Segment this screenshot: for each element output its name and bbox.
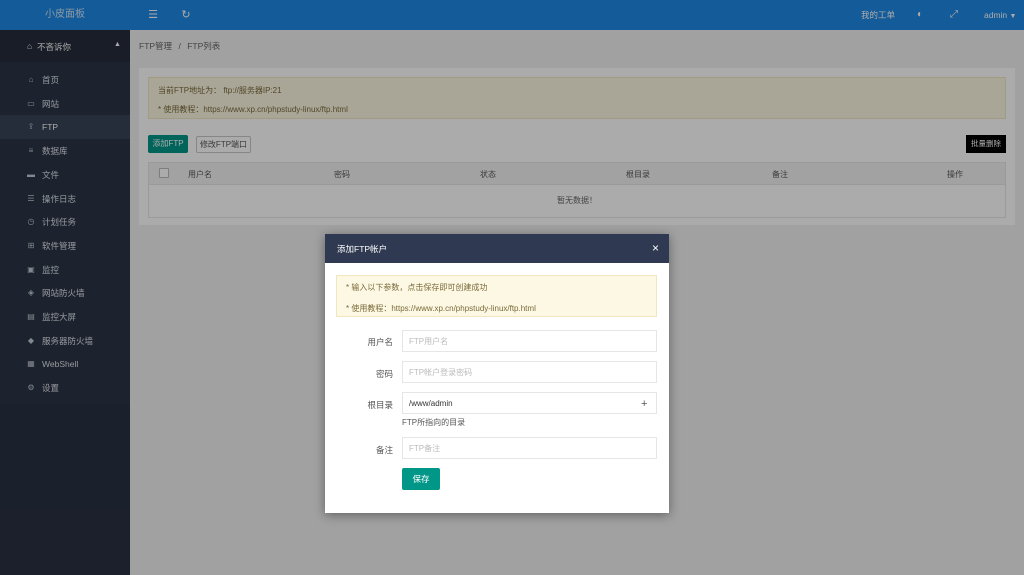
close-icon[interactable]: ×	[652, 241, 659, 255]
modal-notice: * 输入以下参数，点击保存即可创建成功 * 使用教程：https://www.x…	[336, 275, 657, 317]
modal-header: 添加FTP帐户 ×	[325, 234, 669, 263]
rootdir-label: 根目录	[367, 400, 393, 410]
add-dir-icon[interactable]: +	[641, 398, 647, 410]
password-input[interactable]	[402, 361, 657, 383]
modal-notice-line2: * 使用教程：https://www.xp.cn/phpstudy-linux/…	[346, 304, 536, 313]
username-input[interactable]	[402, 330, 657, 352]
remark-label: 备注	[375, 445, 393, 455]
save-button[interactable]: 保存	[402, 468, 440, 490]
add-ftp-modal: 添加FTP帐户 × * 输入以下参数，点击保存即可创建成功 * 使用教程：htt…	[325, 234, 669, 513]
username-label: 用户名	[367, 337, 393, 347]
rootdir-hint: FTP所指向的目录	[402, 418, 466, 427]
modal-notice-line1: * 输入以下参数，点击保存即可创建成功	[346, 283, 488, 292]
remark-input[interactable]	[402, 437, 657, 459]
modal-title: 添加FTP帐户	[337, 244, 388, 254]
password-label: 密码	[375, 369, 393, 379]
rootdir-input[interactable]	[402, 392, 657, 414]
